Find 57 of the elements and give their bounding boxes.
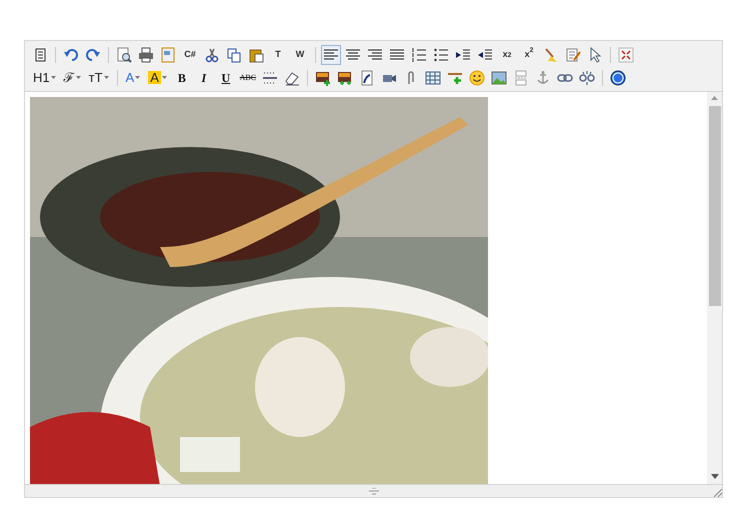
toolbar-button[interactable]: T bbox=[268, 44, 288, 64]
print-icon bbox=[138, 46, 154, 62]
eraser-icon bbox=[284, 70, 300, 86]
toolbar-button[interactable]: C# bbox=[180, 44, 200, 64]
toolbar-button[interactable]: W bbox=[290, 44, 310, 64]
smiley-button[interactable] bbox=[466, 68, 487, 88]
align-left-icon bbox=[323, 46, 339, 62]
align-center-icon bbox=[345, 46, 361, 62]
resize-handle-icon[interactable] bbox=[714, 489, 722, 497]
undo-icon bbox=[63, 46, 79, 62]
dropdown-button[interactable]: тT bbox=[86, 68, 111, 88]
picture-icon bbox=[490, 70, 507, 86]
dropdown-button[interactable]: H1 bbox=[31, 68, 58, 88]
bold-button[interactable]: B bbox=[172, 68, 192, 88]
scroll-down-icon[interactable] bbox=[710, 474, 718, 479]
dropdown-button[interactable]: ℱ bbox=[62, 68, 83, 88]
align-left-button[interactable] bbox=[321, 44, 341, 64]
preview-icon bbox=[116, 46, 132, 62]
strike-button[interactable]: ABC bbox=[238, 68, 258, 88]
align-right-icon bbox=[367, 46, 383, 62]
underline-button[interactable]: U bbox=[216, 68, 236, 88]
document-icon bbox=[358, 70, 375, 86]
cut-icon bbox=[204, 46, 220, 62]
print-button[interactable] bbox=[136, 44, 156, 64]
numbered-list-icon bbox=[411, 46, 427, 62]
horizontal-rule-icon bbox=[262, 70, 278, 86]
caret-icon bbox=[162, 76, 167, 79]
scrollbar-thumb[interactable] bbox=[708, 106, 720, 306]
indent-icon bbox=[455, 46, 471, 62]
drag-handle-icon[interactable] bbox=[368, 488, 378, 494]
caret-icon bbox=[104, 76, 109, 79]
italic-button[interactable]: I bbox=[194, 68, 214, 88]
document-pen-icon bbox=[565, 46, 581, 62]
table-icon bbox=[424, 70, 441, 86]
redo-icon bbox=[85, 46, 101, 62]
unlink-icon bbox=[578, 70, 595, 86]
outdent-icon bbox=[477, 46, 493, 62]
fullscreen-button[interactable] bbox=[616, 44, 636, 64]
toolbar-button[interactable]: x$^{2}$ bbox=[519, 44, 539, 64]
caret-icon bbox=[50, 76, 56, 79]
paste-icon bbox=[248, 46, 264, 62]
copy-icon bbox=[226, 46, 242, 62]
justify-icon bbox=[389, 46, 405, 62]
anchor-icon bbox=[534, 70, 551, 86]
fullscreen-icon bbox=[618, 46, 634, 62]
caret-icon bbox=[76, 76, 81, 79]
toolbar-button[interactable]: x$_{2}$ bbox=[497, 44, 517, 64]
image-icon bbox=[336, 70, 353, 86]
bullet-list-icon bbox=[433, 46, 449, 62]
caret-icon bbox=[135, 76, 140, 79]
image-icon bbox=[314, 70, 331, 86]
smiley-icon bbox=[468, 70, 485, 86]
scrollbar[interactable] bbox=[707, 92, 722, 484]
broom-icon bbox=[543, 46, 559, 62]
highlight-button[interactable]: A bbox=[146, 68, 169, 88]
dropdown-button[interactable]: A bbox=[124, 68, 142, 88]
page-break-icon bbox=[512, 70, 529, 86]
